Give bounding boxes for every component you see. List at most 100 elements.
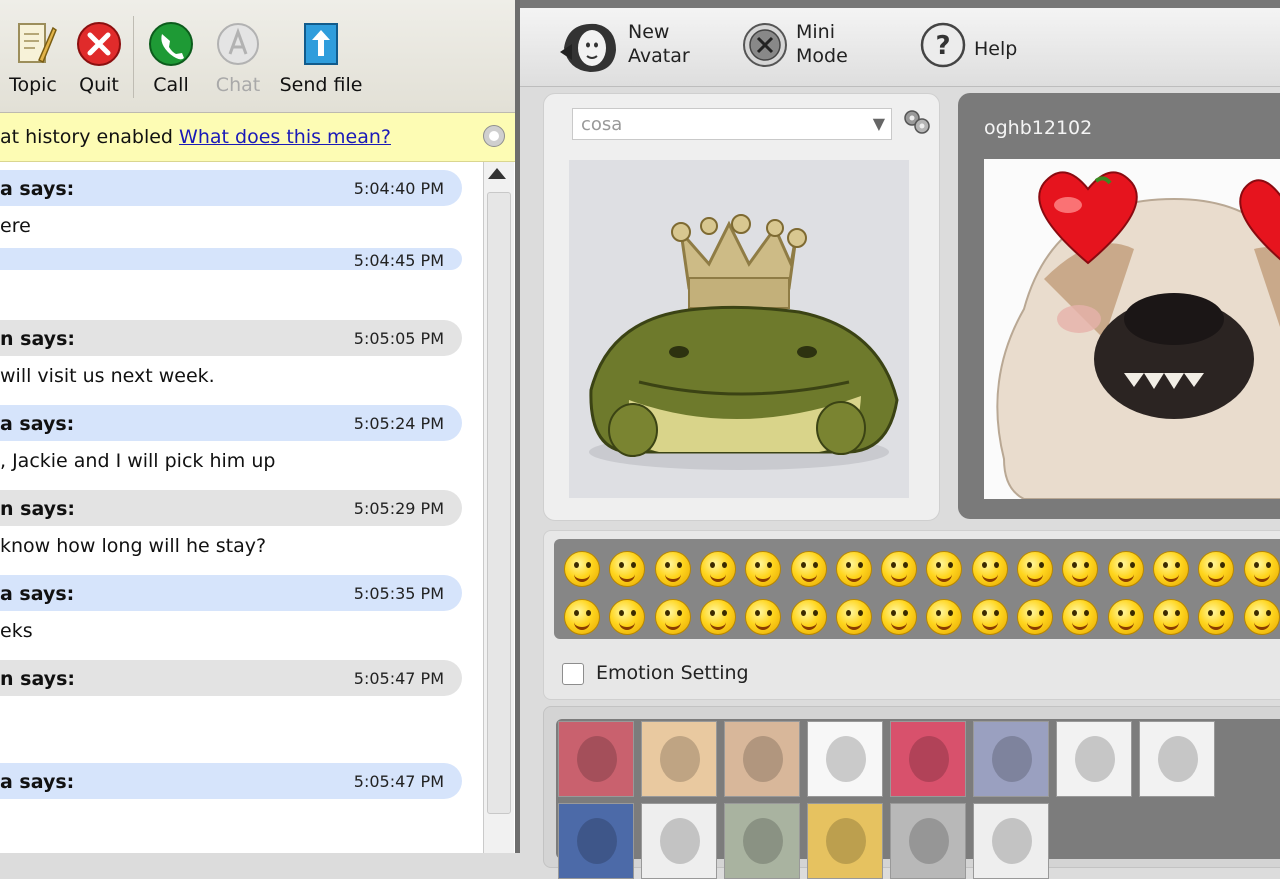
avatar-thumbnail-gray-dog[interactable]	[890, 803, 966, 879]
avatar-dropdown-value: cosa	[581, 114, 623, 135]
new-avatar-icon[interactable]	[558, 18, 620, 76]
thumbnail-face	[1075, 736, 1115, 782]
emoticon-icon[interactable]	[564, 551, 600, 587]
avatar-thumbnail-cartoon-man[interactable]	[1056, 721, 1132, 797]
emoticon-icon[interactable]	[745, 551, 782, 587]
message-time: 5:05:47 PM	[353, 669, 444, 688]
emoticon-icon[interactable]	[790, 551, 827, 587]
call-button[interactable]: Call	[146, 20, 196, 96]
avatar-thumbnail-bulldog[interactable]	[973, 721, 1049, 797]
emoticon-icon[interactable]	[1017, 599, 1053, 635]
scroll-thumb[interactable]	[487, 192, 511, 814]
call-label: Call	[153, 74, 189, 96]
emoticon-icon[interactable]	[1062, 599, 1099, 635]
message-scrollbar[interactable]	[483, 162, 514, 853]
avatar-settings-icon[interactable]	[902, 108, 932, 138]
help-button[interactable]: Help	[974, 37, 1017, 61]
emoticon-icon[interactable]	[609, 551, 646, 587]
avatar-thumbnail-boy-glasses[interactable]	[558, 803, 634, 879]
emoticon-icon[interactable]	[1017, 551, 1053, 587]
chevron-down-icon[interactable]: ▼	[873, 114, 885, 133]
emoticon-icon[interactable]	[1243, 599, 1280, 635]
mini-mode-label-1: Mini	[796, 21, 835, 43]
emoticon-icon[interactable]	[926, 551, 963, 587]
quit-button[interactable]: Quit	[73, 20, 125, 96]
message-time: 5:04:45 PM	[353, 251, 444, 270]
avatar-thumbnail-skull[interactable]	[641, 803, 717, 879]
emoticon-icon[interactable]	[654, 551, 691, 587]
thumbnail-face	[743, 818, 783, 864]
message-header: a says: 5:05:47 PM	[0, 763, 462, 799]
emotion-setting-checkbox[interactable]	[562, 663, 584, 685]
message-header: a says: 5:05:24 PM	[0, 405, 462, 441]
thumbnail-face	[660, 736, 700, 782]
thumbnail-face	[909, 818, 949, 864]
thumbnail-face	[992, 736, 1032, 782]
thumbnail-face	[660, 818, 700, 864]
scroll-up-icon[interactable]	[488, 168, 506, 179]
message-body: ere	[0, 215, 31, 237]
toolbar-separator	[133, 16, 134, 98]
avatar-toolbar: New Avatar Mini Mode ? Help	[520, 8, 1280, 87]
emoticon-icon[interactable]	[835, 599, 872, 635]
message-header: a says: 5:04:40 PM	[0, 170, 462, 206]
emoticon-icon[interactable]	[1152, 599, 1189, 635]
emoticon-icon[interactable]	[835, 551, 872, 587]
send-file-button[interactable]: Send file	[278, 20, 364, 96]
window-edge	[520, 0, 1280, 8]
thumbnail-face	[577, 818, 617, 864]
close-notice-icon[interactable]	[483, 125, 505, 147]
emoticon-icon[interactable]	[971, 599, 1008, 635]
emoticon-icon[interactable]	[1062, 551, 1099, 587]
emoticon-icon[interactable]	[609, 599, 646, 635]
emoticon-icon[interactable]	[926, 599, 963, 635]
message-body: will visit us next week.	[0, 365, 215, 387]
message-time: 5:05:29 PM	[353, 499, 444, 518]
svg-text:?: ?	[935, 31, 950, 61]
emoticon-icon[interactable]	[1107, 599, 1144, 635]
emoticon-icon[interactable]	[1198, 599, 1235, 635]
history-notice: at history enabled What does this mean?	[0, 113, 515, 162]
avatar-thumbnail-green-creature[interactable]	[1139, 721, 1215, 797]
chat-button[interactable]: Chat	[214, 20, 262, 96]
message-sender: a says:	[0, 771, 75, 793]
thumbnail-face	[909, 736, 949, 782]
emoticon-icon[interactable]	[699, 551, 736, 587]
emoticon-icon[interactable]	[699, 599, 736, 635]
emoticon-icon[interactable]	[654, 599, 691, 635]
mini-mode-icon[interactable]	[742, 22, 788, 68]
avatar-dropdown[interactable]: cosa ▼	[572, 108, 892, 140]
avatar-thumbnail-baby[interactable]	[724, 721, 800, 797]
help-icon[interactable]: ?	[920, 22, 966, 68]
emoticon-icon[interactable]	[790, 599, 827, 635]
emoticon-icon[interactable]	[564, 599, 600, 635]
emoticon-icon[interactable]	[971, 551, 1008, 587]
emoticon-icon[interactable]	[881, 599, 918, 635]
avatar-thumbnail-frog-king[interactable]	[724, 803, 800, 879]
message-time: 5:05:05 PM	[353, 329, 444, 348]
topic-button[interactable]: Topic	[6, 20, 60, 96]
message-header: 5:04:45 PM	[0, 248, 462, 270]
pane-divider[interactable]	[515, 0, 520, 853]
mini-mode-button[interactable]: Mini Mode	[796, 20, 848, 68]
emoticon-icon[interactable]	[881, 551, 918, 587]
avatar-thumbnail-dog-face[interactable]	[890, 721, 966, 797]
message-time: 5:05:47 PM	[353, 772, 444, 791]
emotion-setting-label: Emotion Setting	[596, 662, 749, 684]
message-header: n says: 5:05:47 PM	[0, 660, 462, 696]
thumbnail-face	[577, 736, 617, 782]
avatar-thumbnail-blonde-girl[interactable]	[641, 721, 717, 797]
avatar-thumbnail-cat[interactable]	[807, 803, 883, 879]
emoticon-icon[interactable]	[745, 599, 782, 635]
avatar-thumbnail-woman-cartoon[interactable]	[558, 721, 634, 797]
emoticon-icon[interactable]	[1107, 551, 1144, 587]
emoticon-icon[interactable]	[1152, 551, 1189, 587]
emoticon-icon[interactable]	[1198, 551, 1235, 587]
emoticon-icon[interactable]	[1243, 551, 1280, 587]
topic-icon	[18, 23, 57, 64]
new-avatar-button[interactable]: New Avatar	[628, 20, 690, 68]
avatar-thumbnail-white-dog[interactable]	[973, 803, 1049, 879]
message-body: eks	[0, 620, 33, 642]
avatar-thumbnail-red-bird[interactable]	[807, 721, 883, 797]
history-help-link[interactable]: What does this mean?	[179, 126, 391, 148]
